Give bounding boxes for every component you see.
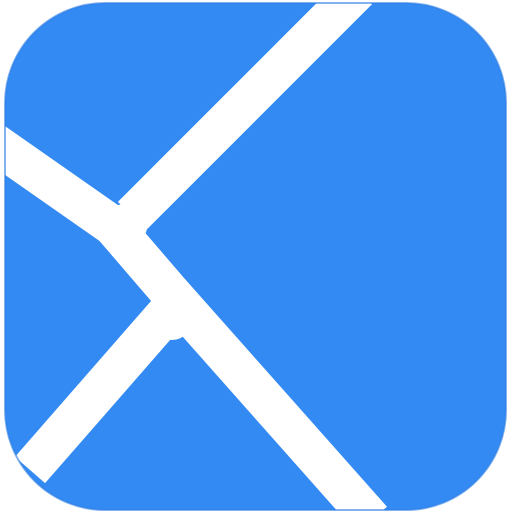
joint-lower — [152, 300, 192, 340]
joint-upper — [103, 204, 147, 248]
app-logo-icon — [4, 2, 507, 511]
icon-stage — [0, 0, 512, 512]
